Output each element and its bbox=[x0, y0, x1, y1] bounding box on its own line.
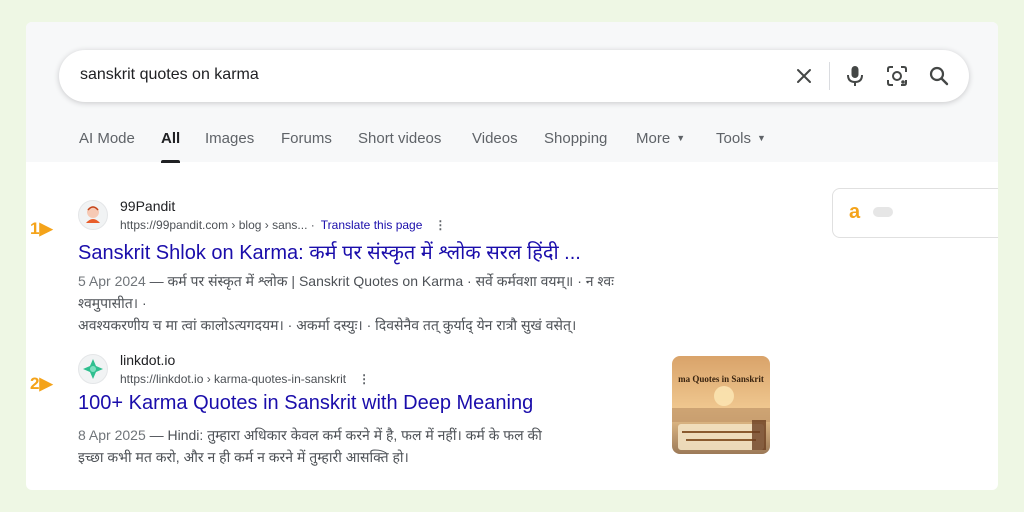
result-title-link[interactable]: Sanskrit Shlok on Karma: कर्म पर संस्कृत… bbox=[78, 238, 581, 265]
tab-more-label: More bbox=[636, 130, 671, 147]
snippet-line: 8 Apr 2025 — Hindi: तुम्हारा अधिकार केवल… bbox=[78, 424, 542, 446]
search-icon[interactable] bbox=[927, 64, 951, 88]
tab-videos[interactable]: Videos bbox=[472, 130, 518, 147]
active-tab-indicator bbox=[161, 160, 180, 163]
tab-shopping[interactable]: Shopping bbox=[544, 130, 607, 147]
site-url: https://linkdot.io › karma-quotes-in-san… bbox=[120, 372, 370, 386]
tab-forums[interactable]: Forums bbox=[281, 130, 332, 147]
search-result: linkdot.io https://linkdot.io › karma-qu… bbox=[78, 352, 658, 465]
result-date: 8 Apr 2025 bbox=[78, 427, 146, 443]
caret-down-icon: ▼ bbox=[757, 133, 766, 143]
side-panel-card: a bbox=[832, 188, 998, 238]
search-box[interactable]: sanskrit quotes on karma bbox=[59, 50, 969, 102]
result-source[interactable]: 99Pandit https://99pandit.com › blog › s… bbox=[78, 198, 658, 234]
translate-link[interactable]: Translate this page bbox=[321, 218, 423, 232]
result-source[interactable]: linkdot.io https://linkdot.io › karma-qu… bbox=[78, 352, 658, 388]
more-options-icon[interactable]: ⋮ bbox=[434, 218, 446, 232]
search-input[interactable]: sanskrit quotes on karma bbox=[80, 66, 259, 84]
snippet-text: — कर्म पर संस्कृत में श्लोक | Sanskrit Q… bbox=[78, 273, 614, 311]
result-marker: 1▶ bbox=[30, 219, 53, 239]
search-divider bbox=[829, 62, 830, 90]
tab-ai-mode[interactable]: AI Mode bbox=[79, 130, 135, 147]
site-url-text: https://99pandit.com › blog › sans... bbox=[120, 218, 308, 232]
tab-tools[interactable]: Tools ▼ bbox=[716, 130, 766, 147]
snippet-text: — Hindi: तुम्हारा अधिकार केवल कर्म करने … bbox=[145, 427, 542, 443]
result-date: 5 Apr 2024 bbox=[78, 273, 146, 289]
snippet-line: 5 Apr 2024 — कर्म पर संस्कृत में श्लोक |… bbox=[78, 270, 658, 314]
snippet-line: अवश्यकरणीय च मा त्वां कालोऽत्यगदयम। · अक… bbox=[78, 317, 577, 333]
tab-short-videos[interactable]: Short videos bbox=[358, 130, 441, 147]
more-options-icon[interactable]: ⋮ bbox=[358, 372, 370, 386]
site-url: https://99pandit.com › blog › sans... · T… bbox=[120, 218, 447, 232]
result-title-link[interactable]: 100+ Karma Quotes in Sanskrit with Deep … bbox=[78, 392, 533, 415]
tab-more[interactable]: More ▼ bbox=[636, 130, 685, 147]
site-favicon-icon bbox=[78, 354, 108, 384]
caret-down-icon: ▼ bbox=[676, 133, 686, 143]
search-results-frame: sanskrit quotes on karma AI Mode All Ima… bbox=[26, 22, 998, 490]
tab-all[interactable]: All bbox=[161, 130, 180, 147]
play-arrow-icon: ▶ bbox=[39, 374, 53, 393]
site-favicon-icon bbox=[78, 200, 108, 230]
tab-images[interactable]: Images bbox=[205, 130, 254, 147]
snippet-line: इच्छा कभी मत करो, और न ही कर्म न करने मे… bbox=[78, 449, 409, 465]
brand-logo-letter: a bbox=[849, 201, 861, 223]
lens-icon[interactable] bbox=[885, 64, 909, 88]
site-name: 99Pandit bbox=[120, 198, 176, 214]
tab-tools-label: Tools bbox=[716, 130, 752, 147]
close-icon[interactable] bbox=[792, 64, 816, 88]
site-name: linkdot.io bbox=[120, 352, 176, 368]
result-snippet: 5 Apr 2024 — कर्म पर संस्कृत में श्लोक |… bbox=[78, 270, 658, 336]
site-url-text: https://linkdot.io › karma-quotes-in-san… bbox=[120, 372, 347, 386]
result-thumbnail[interactable]: ma Quotes in Sanskrit bbox=[672, 356, 770, 454]
result-marker: 2▶ bbox=[30, 374, 53, 394]
play-arrow-icon: ▶ bbox=[39, 219, 53, 238]
search-result: 99Pandit https://99pandit.com › blog › s… bbox=[78, 198, 658, 333]
result-snippet: 8 Apr 2025 — Hindi: तुम्हारा अधिकार केवल… bbox=[78, 424, 542, 468]
mic-icon[interactable] bbox=[843, 64, 867, 88]
thumbnail-title: ma Quotes in Sanskrit bbox=[678, 374, 764, 384]
toggle-icon[interactable] bbox=[873, 207, 893, 217]
